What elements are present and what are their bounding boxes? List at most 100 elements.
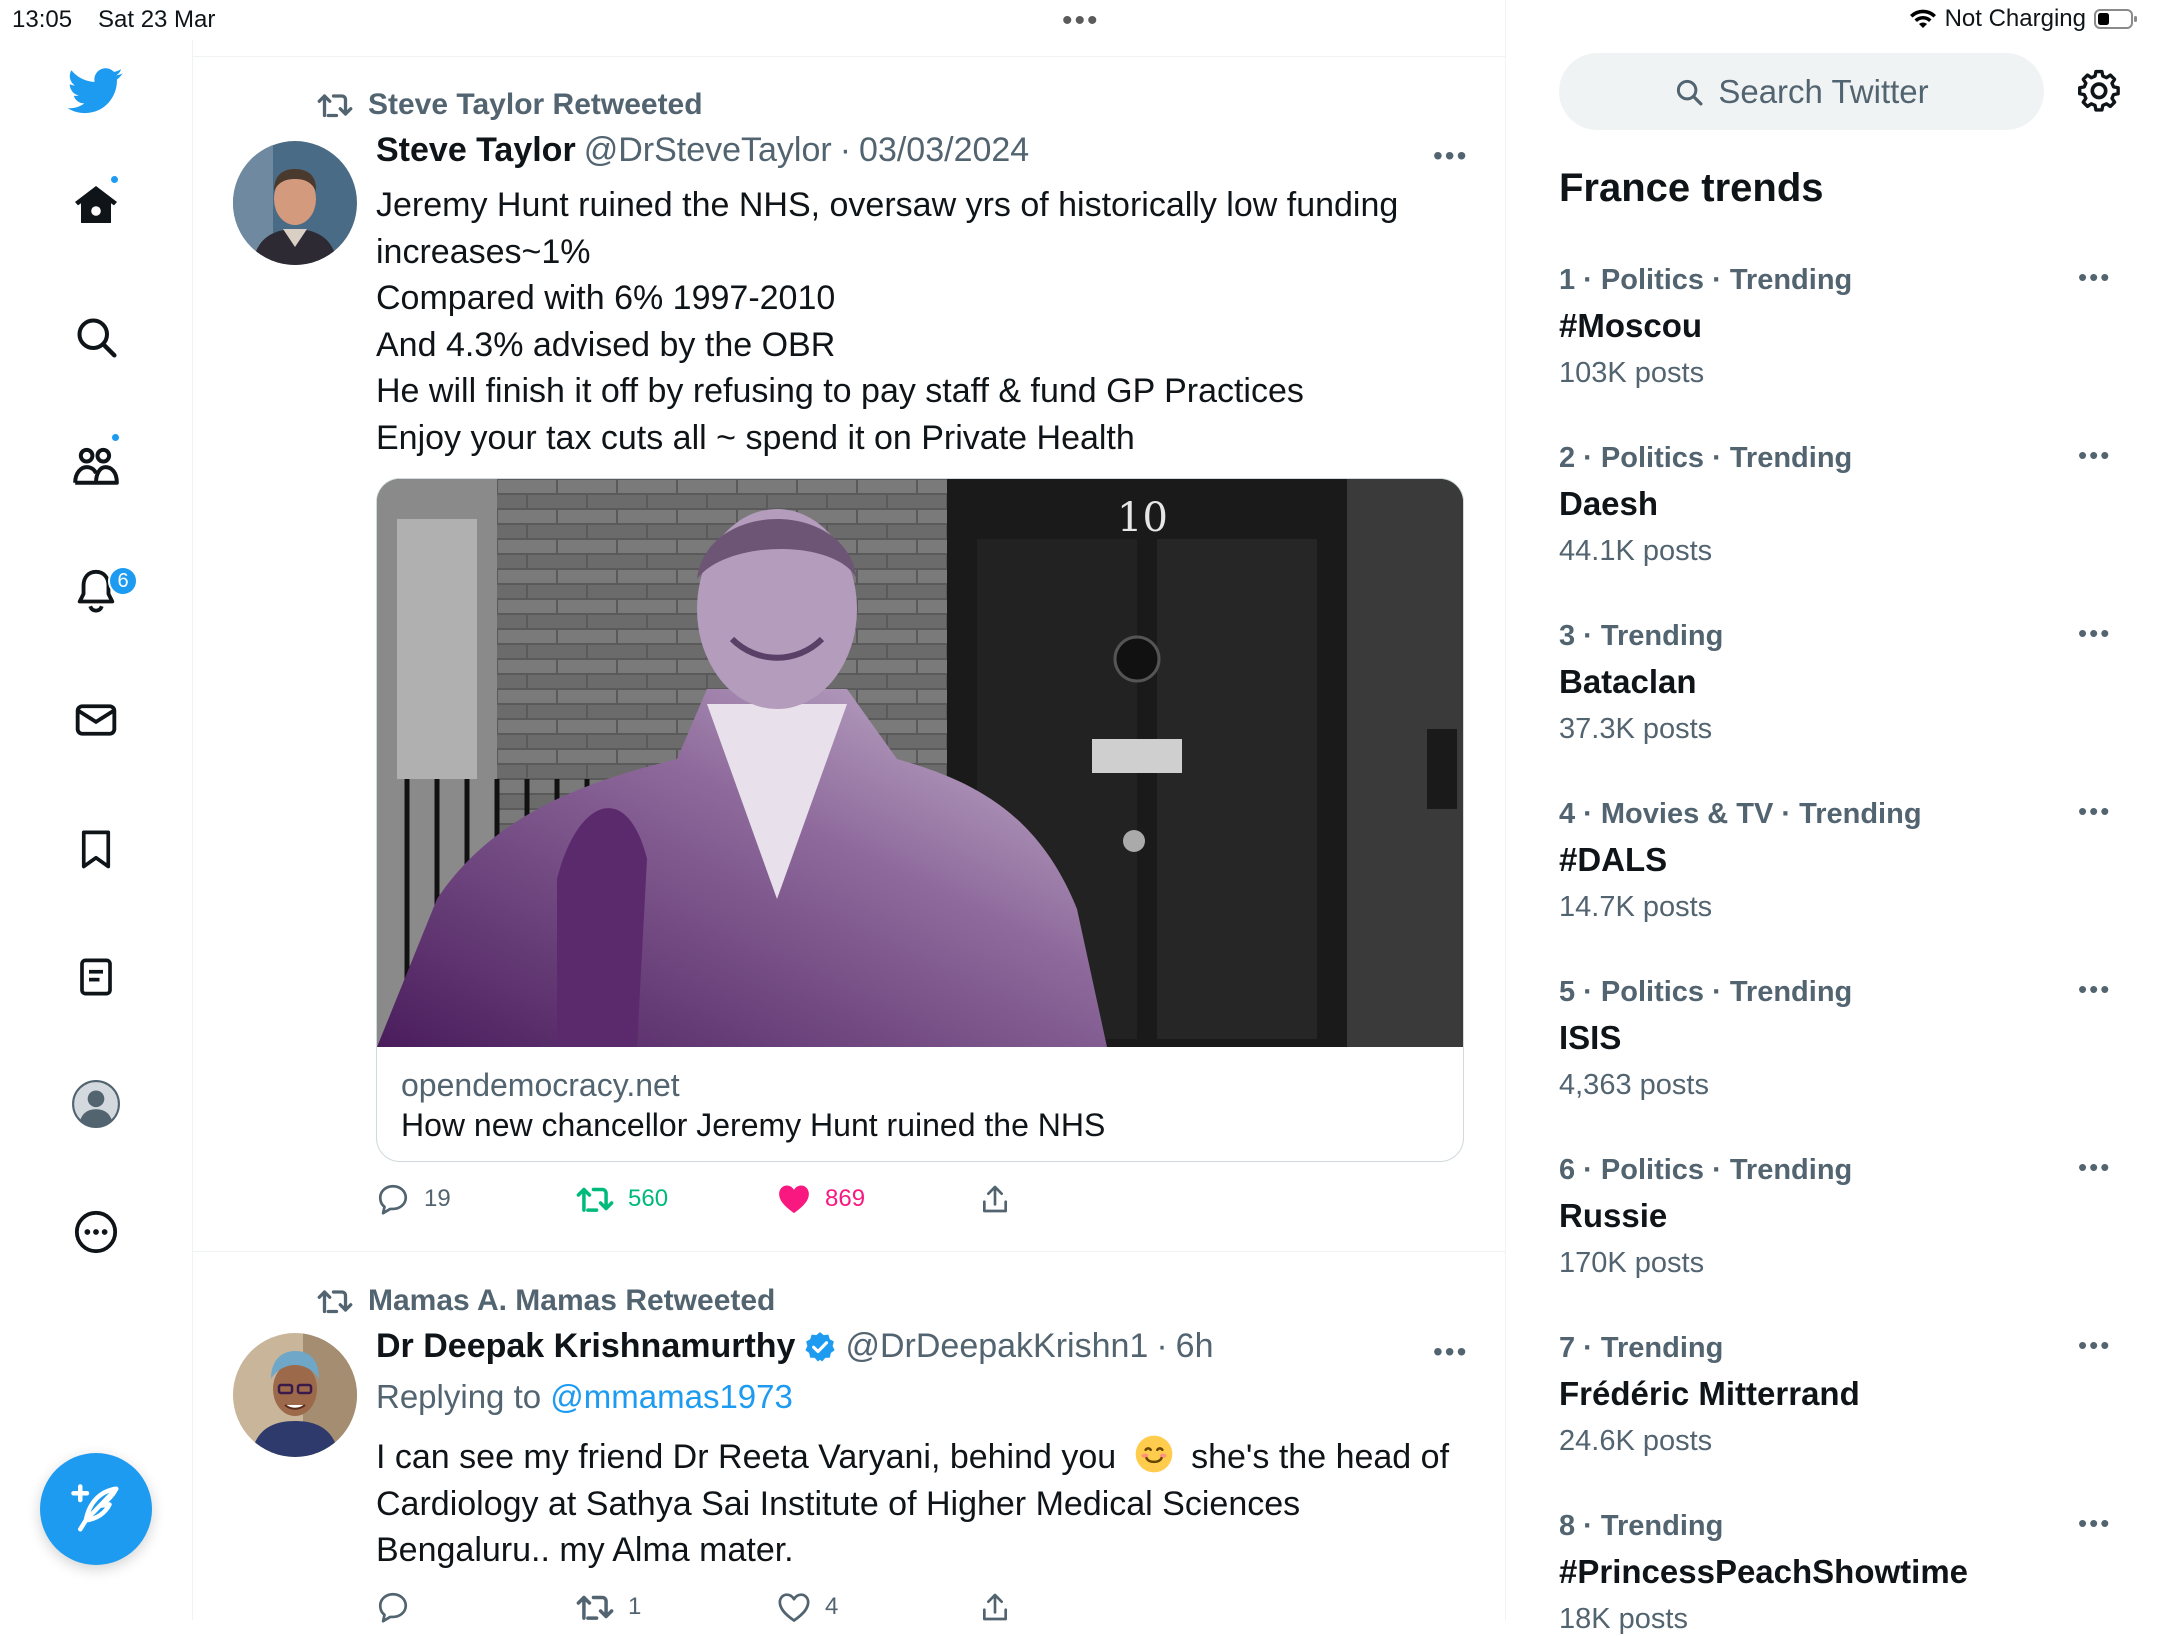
link-card-title: How new chancellor Jeremy Hunt ruined th…: [401, 1107, 1106, 1143]
trend-posts: 44.1K posts: [1559, 535, 1713, 567]
twitter-logo[interactable]: [60, 55, 132, 127]
retweet-context: Mamas A. Mamas Retweeted: [316, 1284, 775, 1318]
reply-count: 19: [424, 1185, 451, 1212]
author-handle[interactable]: @DrSteveTaylor: [584, 131, 832, 170]
trend-meta: 2 · Politics · Trending: [1559, 442, 1853, 474]
nav-more[interactable]: [60, 1196, 132, 1268]
retweet-icon: [576, 1187, 614, 1212]
gear-icon: [2078, 69, 2120, 112]
tweet-line: Compared with 6% 1997-2010: [376, 279, 836, 317]
author-handle[interactable]: @DrDeepakKrishn1: [845, 1327, 1148, 1366]
heart-filled-icon: [779, 1185, 809, 1214]
trend-more-button[interactable]: •••: [2078, 1330, 2111, 1361]
retweet-context-text: Mamas A. Mamas Retweeted: [368, 1284, 776, 1317]
trend-item[interactable]: 3 · Trending Bataclan 37.3K posts •••: [1559, 618, 2119, 746]
trends-title: France trends: [1559, 166, 1824, 210]
retweet-icon: [576, 1595, 614, 1620]
tweet-actions: 19 560 869: [376, 1182, 1011, 1216]
tweet-more-button[interactable]: •••: [1433, 1336, 1468, 1368]
trend-name: #Moscou: [1559, 307, 1703, 344]
tweet-timestamp[interactable]: 03/03/2024: [859, 131, 1029, 170]
trend-more-button[interactable]: •••: [2078, 1508, 2111, 1539]
communities-icon: [73, 447, 119, 485]
left-nav: 6: [0, 40, 193, 1620]
trend-item[interactable]: 1 · Politics · Trending #Moscou 103K pos…: [1559, 262, 2119, 390]
trend-item[interactable]: 8 · Trending #PrincessPeachShowtime 18K …: [1559, 1508, 2119, 1636]
trend-posts: 14.7K posts: [1559, 891, 1713, 923]
trend-item[interactable]: 7 · Trending Frédéric Mitterrand 24.6K p…: [1559, 1330, 2119, 1458]
replying-to-prefix: Replying to: [376, 1378, 551, 1415]
tweet-line-part: she's the head of: [1191, 1438, 1450, 1476]
nav-bookmarks[interactable]: [60, 813, 132, 885]
avatar[interactable]: [233, 1333, 357, 1457]
nav-messages[interactable]: [60, 684, 132, 756]
mail-icon: [75, 704, 117, 736]
tweet-line: He will finish it off by refusing to pay…: [376, 372, 1304, 410]
nav-home[interactable]: [60, 169, 132, 241]
trend-meta: 3 · Trending: [1559, 620, 1724, 652]
tweet-header: Steve Taylor @DrSteveTaylor · 03/03/2024: [376, 131, 1029, 170]
bookmark-icon: [81, 830, 111, 869]
like-count: 869: [825, 1185, 866, 1212]
link-card-domain: opendemocracy.net: [401, 1067, 680, 1103]
retweet-button[interactable]: 560: [576, 1183, 777, 1215]
smiling-emoji-icon: [1134, 1434, 1174, 1474]
trend-item[interactable]: 5 · Politics · Trending ISIS 4,363 posts…: [1559, 974, 2119, 1102]
replying-to-handle[interactable]: @mmamas1973: [550, 1378, 793, 1415]
link-card[interactable]: 10 opendemocracy.net How new chancellor …: [376, 478, 1464, 1162]
like-button[interactable]: 4: [777, 1591, 979, 1623]
tweet-line: Cardiology at Sathya Sai Institute of Hi…: [376, 1484, 1301, 1523]
trend-more-button[interactable]: •••: [2078, 618, 2111, 649]
tweet-text: Jeremy Hunt ruined the NHS, oversaw yrs …: [376, 182, 1456, 461]
retweet-count: 1: [628, 1593, 642, 1620]
retweet-button[interactable]: 1: [576, 1591, 777, 1623]
share-button[interactable]: [979, 1182, 1011, 1216]
heart-icon: [778, 1593, 810, 1622]
nav-profile[interactable]: [60, 1068, 132, 1140]
home-new-dot: [109, 174, 120, 185]
tweet-timestamp[interactable]: 6h: [1176, 1327, 1214, 1366]
retweet-context-text: Steve Taylor Retweeted: [368, 88, 703, 121]
trend-name: #DALS: [1559, 841, 1668, 878]
retweet-context-icon: [317, 1290, 353, 1314]
tweet-header: Dr Deepak Krishnamurthy @DrDeepakKrishn1…: [376, 1327, 1214, 1366]
author-name[interactable]: Steve Taylor: [376, 131, 576, 170]
reply-button[interactable]: [376, 1590, 576, 1624]
replying-to: Replying to @mmamas1973: [376, 1378, 793, 1416]
notification-badge: 6: [108, 566, 138, 596]
tweet-actions: 1 4: [376, 1590, 1011, 1624]
avatar[interactable]: [233, 141, 357, 265]
nav-notifications[interactable]: 6: [60, 554, 138, 626]
search-input[interactable]: Search Twitter: [1559, 53, 2044, 130]
trend-more-button[interactable]: •••: [2078, 262, 2111, 293]
author-name[interactable]: Dr Deepak Krishnamurthy: [376, 1327, 795, 1366]
settings-button[interactable]: [2076, 68, 2122, 114]
share-icon: [983, 1185, 1007, 1213]
link-card-image: 10: [377, 479, 1463, 1047]
trend-more-button[interactable]: •••: [2078, 974, 2111, 1005]
nav-explore[interactable]: [60, 301, 132, 373]
trend-more-button[interactable]: •••: [2078, 796, 2111, 827]
like-button[interactable]: 869: [777, 1183, 979, 1215]
search-placeholder: Search Twitter: [1718, 72, 1929, 110]
reply-button[interactable]: 19: [376, 1182, 576, 1216]
trend-item[interactable]: 4 · Movies & TV · Trending #DALS 14.7K p…: [1559, 796, 2119, 924]
retweet-count: 560: [628, 1185, 669, 1212]
trend-item[interactable]: 2 · Politics · Trending Daesh 44.1K post…: [1559, 440, 2119, 568]
share-button[interactable]: [979, 1590, 1011, 1624]
profile-avatar-icon: [72, 1080, 120, 1128]
reply-icon: [378, 1184, 408, 1215]
verified-badge-icon: [805, 1331, 836, 1361]
trend-more-button[interactable]: •••: [2078, 440, 2111, 471]
nav-communities[interactable]: [60, 428, 132, 500]
trend-posts: 37.3K posts: [1559, 713, 1713, 745]
nav-lists[interactable]: [60, 941, 132, 1013]
header-separator: ·: [839, 131, 852, 169]
compose-tweet-button[interactable]: [40, 1453, 152, 1565]
search-icon: [77, 318, 117, 358]
trend-meta: 4 · Movies & TV · Trending: [1559, 798, 1922, 830]
right-sidebar: Search Twitter France trends 1 · Politic…: [1506, 0, 2160, 1635]
trend-item[interactable]: 6 · Politics · Trending Russie 170K post…: [1559, 1152, 2119, 1280]
tweet-more-button[interactable]: •••: [1433, 140, 1468, 172]
trend-more-button[interactable]: •••: [2078, 1152, 2111, 1183]
